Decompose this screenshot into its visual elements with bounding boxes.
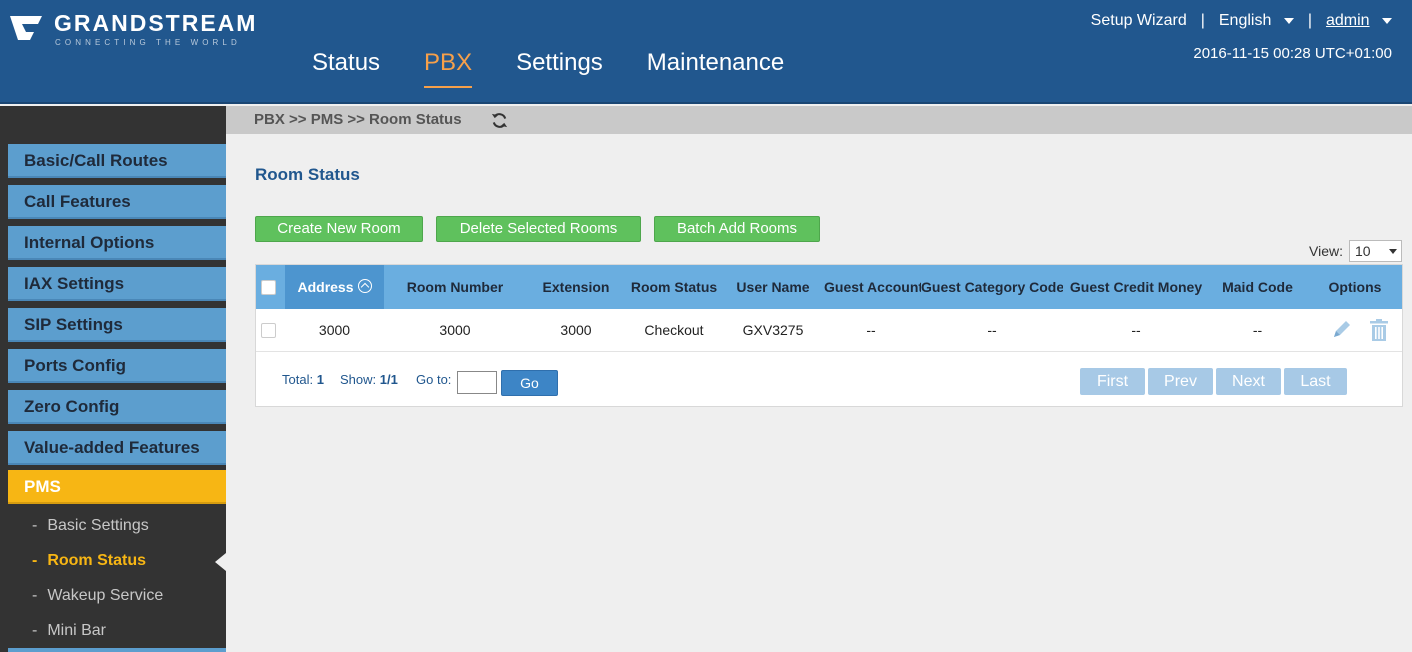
separator: | <box>1200 12 1205 29</box>
nav-settings[interactable]: Settings <box>494 46 625 88</box>
sub-label: Room Status <box>47 552 146 569</box>
show-count: Show: 1/1 <box>340 372 398 387</box>
dash: - <box>32 517 38 534</box>
cell-room-number: 3000 <box>439 322 471 338</box>
table-row: 3000 3000 3000 Checkout GXV3275 -- -- --… <box>256 309 1402 352</box>
datetime: 2016-11-15 00:28 UTC+01:00 <box>1193 45 1392 62</box>
goto-label: Go to: <box>416 372 452 387</box>
total-count: Total: 1 <box>282 372 324 387</box>
dash: - <box>32 587 38 604</box>
sidebar-item-value-added-features[interactable]: Value-added Features <box>8 431 226 465</box>
chevron-down-icon <box>1388 249 1397 254</box>
separator: | <box>1307 12 1312 29</box>
grandstream-logo-icon <box>10 16 42 40</box>
total-label: Total: <box>282 372 314 387</box>
dash: - <box>32 552 38 569</box>
user-label: admin <box>1325 12 1370 29</box>
sidebar-subitem-wakeup-service[interactable]: - Wakeup Service <box>32 587 163 605</box>
header-guest-credit-money[interactable]: Guest Credit Money <box>1066 265 1206 309</box>
sidebar-item-internal-options[interactable]: Internal Options <box>8 226 226 260</box>
view-control: View: 10 <box>1309 240 1402 262</box>
sidebar-subitem-basic-settings[interactable]: - Basic Settings <box>32 517 149 535</box>
cell-room-status: Checkout <box>644 322 704 338</box>
cell-extension: 3000 <box>560 322 592 338</box>
goto-page-input[interactable] <box>457 371 497 394</box>
sidebar-subitem-mini-bar[interactable]: - Mini Bar <box>32 622 106 640</box>
sidebar-item-sip-settings[interactable]: SIP Settings <box>8 308 226 342</box>
language-label: English <box>1218 12 1272 29</box>
sub-label: Wakeup Service <box>47 587 164 604</box>
view-select[interactable]: 10 <box>1348 240 1402 262</box>
cell-maid-code: -- <box>1252 322 1263 338</box>
cell-guest-credit-money: -- <box>1131 322 1141 338</box>
header-maid-code[interactable]: Maid Code <box>1211 265 1304 309</box>
main-nav: Status PBX Settings Maintenance <box>290 46 806 88</box>
show-label: Show: <box>340 372 377 387</box>
view-label: View: <box>1309 243 1343 259</box>
header-label: Address <box>297 279 354 295</box>
logo: GRANDSTREAM CONNECTING THE WORLD <box>8 8 258 48</box>
cell-guest-account: -- <box>866 322 876 338</box>
cell-address: 3000 <box>318 322 351 338</box>
select-all-checkbox[interactable] <box>261 280 276 295</box>
row-checkbox[interactable] <box>261 323 276 338</box>
setup-wizard-link[interactable]: Setup Wizard <box>1091 12 1187 30</box>
top-header: GRANDSTREAM CONNECTING THE WORLD Status … <box>0 0 1412 104</box>
breadcrumb-text: PBX >> PMS >> Room Status <box>254 111 462 128</box>
nav-pbx[interactable]: PBX <box>402 46 494 88</box>
brand-name: GRANDSTREAM <box>54 10 258 36</box>
active-pointer-icon <box>215 553 226 571</box>
create-new-room-button[interactable]: Create New Room <box>255 216 423 242</box>
sidebar-item-basic-call-routes[interactable]: Basic/Call Routes <box>8 144 226 178</box>
cell-guest-category-code: -- <box>987 322 997 338</box>
delete-selected-rooms-button[interactable]: Delete Selected Rooms <box>436 216 641 242</box>
prev-page-button[interactable]: Prev <box>1148 368 1213 395</box>
nav-status[interactable]: Status <box>290 46 402 88</box>
dash: - <box>32 622 38 639</box>
brand-tagline: CONNECTING THE WORLD <box>55 38 241 47</box>
first-page-button[interactable]: First <box>1080 368 1145 395</box>
header-guest-account[interactable]: Guest Account <box>821 265 921 309</box>
sidebar-subitem-room-status[interactable]: - Room Status <box>32 552 146 570</box>
sub-label: Basic Settings <box>47 517 149 534</box>
sidebar-item-zero-config[interactable]: Zero Config <box>8 390 226 424</box>
batch-add-rooms-button[interactable]: Batch Add Rooms <box>654 216 820 242</box>
sort-asc-icon <box>357 279 372 293</box>
cell-user-name: GXV3275 <box>742 322 804 338</box>
nav-maintenance[interactable]: Maintenance <box>625 46 806 88</box>
sidebar-item-call-features[interactable]: Call Features <box>8 185 226 219</box>
chevron-down-icon <box>1283 17 1294 24</box>
view-value: 10 <box>1354 243 1371 259</box>
header-address[interactable]: Address <box>285 265 384 309</box>
header-room-status[interactable]: Room Status <box>626 265 722 309</box>
trash-icon[interactable] <box>1369 319 1389 341</box>
chevron-down-icon <box>1382 17 1392 24</box>
header-extension[interactable]: Extension <box>526 265 626 309</box>
header-user-name[interactable]: User Name <box>730 265 816 309</box>
last-page-button[interactable]: Last <box>1284 368 1347 395</box>
go-button[interactable]: Go <box>501 370 558 396</box>
header-room-number[interactable]: Room Number <box>395 265 515 309</box>
room-status-table: Address Room Number Extension Room Statu… <box>255 264 1403 407</box>
total-value: 1 <box>316 372 324 387</box>
breadcrumb: PBX >> PMS >> Room Status <box>226 106 1412 134</box>
header-options: Options <box>1328 279 1382 295</box>
top-right-menu: Setup Wizard | English | admin <box>1091 12 1392 30</box>
edit-icon[interactable] <box>1330 319 1352 341</box>
sidebar-next-item-edge <box>8 648 226 652</box>
language-dropdown[interactable]: English <box>1219 12 1294 30</box>
user-dropdown[interactable]: admin <box>1326 12 1392 30</box>
sidebar: Basic/Call Routes Call Features Internal… <box>0 106 226 652</box>
sidebar-item-pms[interactable]: PMS <box>8 470 226 504</box>
sidebar-item-ports-config[interactable]: Ports Config <box>8 349 226 383</box>
sidebar-item-iax-settings[interactable]: IAX Settings <box>8 267 226 301</box>
sub-label: Mini Bar <box>47 622 107 639</box>
show-value: 1/1 <box>379 372 398 387</box>
refresh-icon[interactable] <box>490 111 509 130</box>
next-page-button[interactable]: Next <box>1216 368 1281 395</box>
page-title: Room Status <box>255 165 360 184</box>
header-guest-category-code[interactable]: Guest Category Code <box>921 265 1063 309</box>
table-header: Address Room Number Extension Room Statu… <box>256 265 1402 309</box>
